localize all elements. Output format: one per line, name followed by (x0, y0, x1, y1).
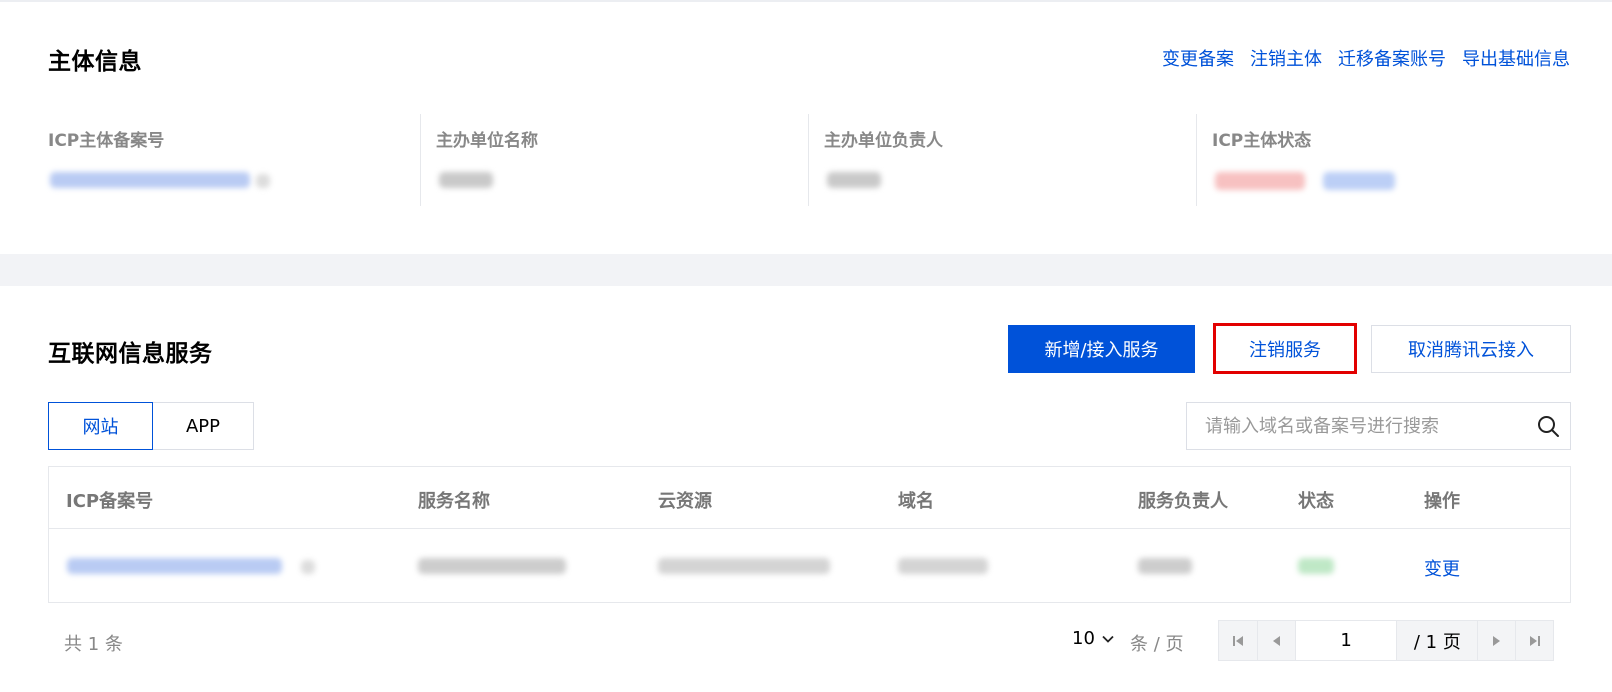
organizer-name-label: 主办单位名称 (436, 131, 538, 151)
organizer-owner-value-blurred (827, 172, 881, 188)
icp-subject-number-field: ICP主体备案号 (48, 114, 420, 206)
total-pages-label: / 1 页 (1397, 621, 1478, 660)
migrate-account-link[interactable]: 迁移备案账号 (1338, 45, 1446, 71)
tab-app[interactable]: APP (153, 402, 254, 450)
status-badge-blurred (1323, 172, 1395, 190)
cancel-service-button[interactable]: 注销服务 (1213, 323, 1357, 374)
add-service-button[interactable]: 新增/接入服务 (1008, 325, 1195, 373)
service-table: ICP备案号 服务名称 云资源 域名 服务负责人 状态 操作 变更 (48, 466, 1571, 603)
column-service-owner: 服务负责人 (1138, 491, 1228, 512)
icp-subject-number-value-blurred (50, 172, 250, 188)
status-badge-blurred (1215, 172, 1305, 190)
table-row: 变更 (49, 529, 1570, 603)
first-page-icon (1232, 635, 1243, 646)
chevron-down-icon (1102, 635, 1114, 643)
column-cloud-resource: 云资源 (658, 491, 712, 512)
search-box (1186, 402, 1571, 450)
section-gap (0, 254, 1612, 286)
column-actions: 操作 (1424, 491, 1460, 512)
subject-info-grid: ICP主体备案号 主办单位名称 主办单位负责人 ICP主体状态 (48, 114, 1569, 206)
column-icp-number: ICP备案号 (66, 491, 154, 512)
page-number-input[interactable] (1295, 621, 1397, 660)
cancel-tencent-access-button[interactable]: 取消腾讯云接入 (1371, 325, 1571, 373)
tab-website[interactable]: 网站 (48, 402, 153, 450)
organizer-name-field: 主办单位名称 (420, 114, 808, 206)
page-number-box (1294, 621, 1398, 660)
service-owner-cell-blurred (1138, 558, 1192, 574)
prev-page-button[interactable] (1256, 621, 1295, 660)
last-page-icon (1529, 635, 1540, 646)
page-size-value: 10 (1072, 628, 1095, 649)
icp-number-cell-blurred (67, 558, 282, 574)
icp-subject-status-field: ICP主体状态 (1196, 114, 1569, 206)
icp-subject-status-label: ICP主体状态 (1212, 131, 1312, 151)
first-page-button[interactable] (1219, 621, 1257, 660)
column-status: 状态 (1298, 491, 1334, 512)
internet-service-title: 互联网信息服务 (48, 341, 213, 367)
page-size-select[interactable]: 10 (1072, 628, 1115, 649)
cancel-subject-link[interactable]: 注销主体 (1250, 45, 1322, 71)
copy-icon-blurred (256, 174, 270, 188)
icp-subject-number-label: ICP主体备案号 (48, 131, 165, 151)
subject-actions: 变更备案 注销主体 迁移备案账号 导出基础信息 (1162, 45, 1570, 71)
per-page-label: 条 / 页 (1130, 634, 1184, 655)
organizer-owner-field: 主办单位负责人 (808, 114, 1196, 206)
total-count: 共 1 条 (64, 634, 123, 655)
column-service-name: 服务名称 (418, 491, 490, 512)
next-page-button[interactable] (1477, 621, 1516, 660)
service-name-cell-blurred (418, 558, 566, 574)
last-page-button[interactable] (1515, 621, 1553, 660)
status-cell-blurred (1298, 558, 1334, 574)
prev-page-icon (1273, 635, 1281, 646)
search-input[interactable] (1187, 403, 1527, 449)
export-info-link[interactable]: 导出基础信息 (1462, 45, 1570, 71)
organizer-name-value-blurred (439, 172, 493, 188)
search-icon[interactable] (1536, 414, 1560, 438)
change-filing-link[interactable]: 变更备案 (1162, 45, 1234, 71)
pagination-controls: / 1 页 (1218, 620, 1554, 661)
organizer-owner-label: 主办单位负责人 (824, 131, 943, 151)
subject-info-card: 主体信息 变更备案 注销主体 迁移备案账号 导出基础信息 ICP主体备案号 主办… (0, 2, 1612, 254)
column-domain: 域名 (898, 491, 934, 512)
copy-icon-blurred (301, 560, 315, 574)
service-type-tabs: 网站 APP (48, 402, 254, 450)
change-service-link[interactable]: 变更 (1424, 555, 1460, 581)
subject-info-title: 主体信息 (48, 49, 142, 75)
next-page-icon (1492, 635, 1500, 646)
cloud-resource-cell-blurred (658, 558, 830, 574)
domain-cell-blurred (898, 558, 988, 574)
table-header: ICP备案号 服务名称 云资源 域名 服务负责人 状态 操作 (49, 467, 1570, 529)
